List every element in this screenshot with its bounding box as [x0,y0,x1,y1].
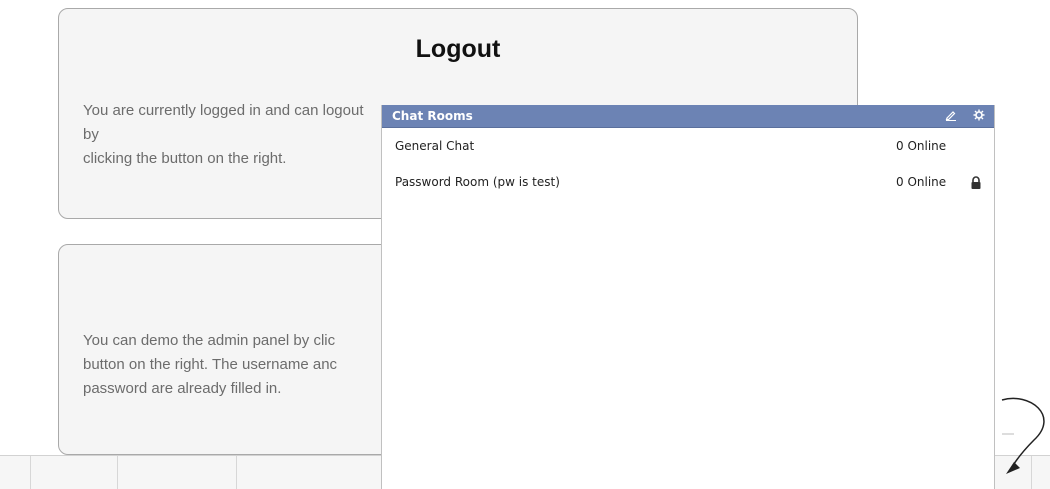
chat-rooms-header: Chat Rooms [382,105,994,128]
table-divider [236,456,237,489]
room-online-count: 0 Online [896,175,947,189]
gear-icon[interactable] [973,109,985,124]
logout-title: Logout [415,35,501,63]
login-line-1: You can demo the admin panel by clic [83,332,336,349]
chat-rooms-title: Chat Rooms [392,109,473,123]
room-name: General Chat [395,139,475,153]
logout-line-2: clicking the button on the right. [83,150,287,167]
edit-icon[interactable] [945,109,957,124]
table-divider [30,456,31,489]
login-line-2: button on the right. The username anc [83,356,338,373]
room-name: Password Room (pw is test) [395,175,560,189]
room-online-count: 0 Online [896,139,947,153]
login-line-3: password are already filled in. [83,380,282,397]
curved-arrow-icon [1001,397,1045,474]
chat-rooms-panel: Chat Rooms General Chat 0 Online Passwor… [381,105,995,489]
logout-description: You are currently logged in and can logo… [83,99,383,171]
room-item-general-chat[interactable]: General Chat 0 Online [382,132,994,162]
room-item-password-room[interactable]: Password Room (pw is test) 0 Online [382,168,994,198]
logout-line-1: You are currently logged in and can logo… [83,102,364,143]
lock-icon [971,176,981,189]
login-description: You can demo the admin panel by clic but… [83,329,383,401]
table-divider [117,456,118,489]
